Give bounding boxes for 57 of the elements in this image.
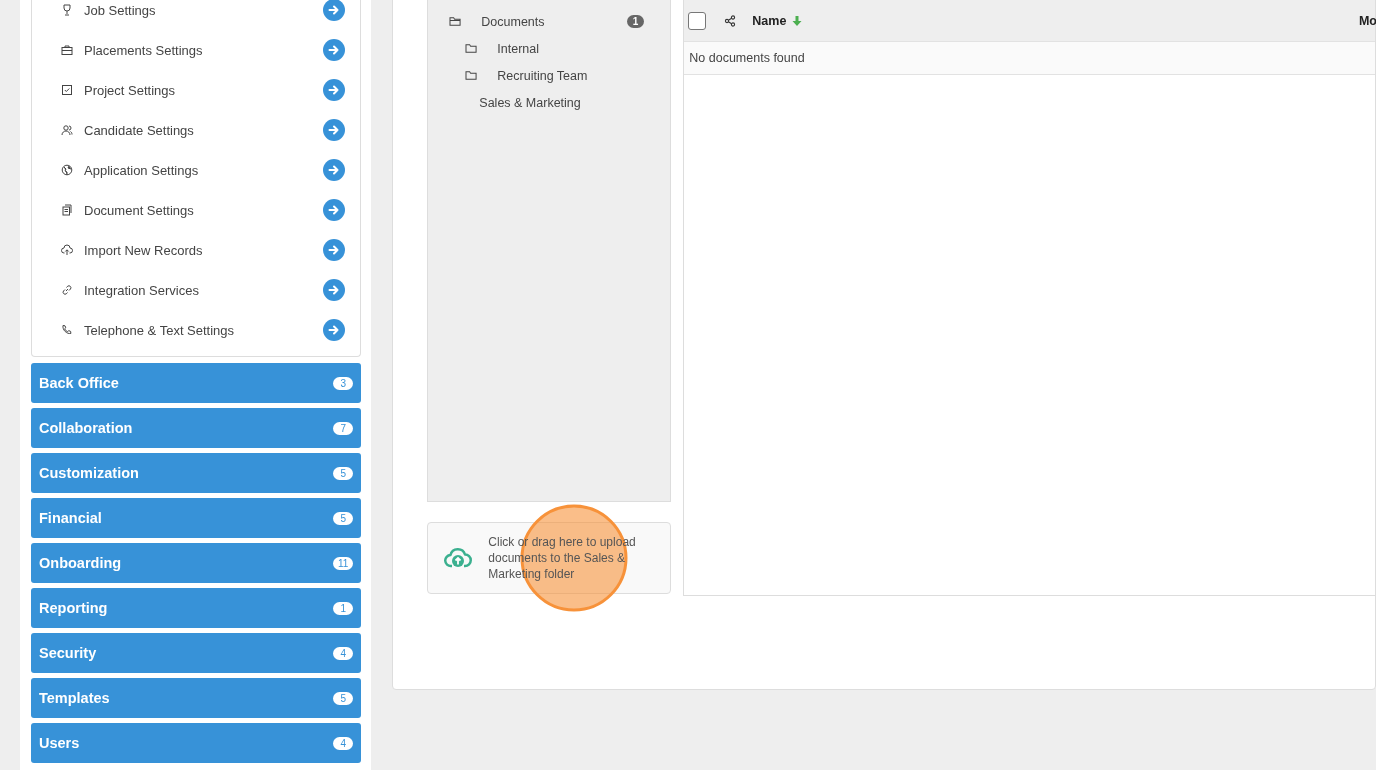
category-bar[interactable]: Financial 5 — [31, 498, 362, 538]
count-badge: 1 — [333, 601, 354, 615]
tree-item[interactable]: Recruiting Team — [497, 68, 645, 83]
settings-item[interactable]: Import New Records — [84, 242, 324, 258]
settings-item[interactable]: Job Settings — [84, 2, 324, 18]
arrow-right-button[interactable] — [323, 159, 346, 181]
globe-icon — [61, 164, 73, 176]
arrow-right-button[interactable] — [323, 79, 346, 101]
category-bar[interactable]: Customization 5 — [31, 453, 362, 493]
count-badge: 7 — [333, 421, 354, 435]
arrow-right-button[interactable] — [323, 239, 346, 261]
arrow-right-button[interactable] — [323, 39, 346, 61]
arrow-right-button[interactable] — [323, 0, 346, 21]
count-badge: 11 — [332, 556, 354, 570]
count-badge: 4 — [333, 736, 354, 750]
settings-item[interactable]: Project Settings — [84, 82, 324, 98]
phone-icon — [61, 324, 73, 336]
category-bar[interactable]: Templates 5 — [31, 678, 362, 718]
settings-item[interactable]: Candidate Settings — [84, 122, 324, 138]
arrow-right-button[interactable] — [323, 319, 346, 341]
arrow-right-button[interactable] — [323, 119, 346, 141]
tree-item[interactable]: Sales & Marketing — [479, 95, 645, 110]
folder-icon — [465, 70, 479, 81]
settings-item[interactable]: Placements Settings — [84, 42, 324, 58]
tree-item[interactable]: Internal — [497, 41, 645, 56]
count-badge: 4 — [333, 646, 354, 660]
share-icon[interactable] — [724, 15, 737, 27]
empty-message: No documents found — [689, 51, 805, 65]
count-badge: 5 — [333, 466, 354, 480]
trophy-icon — [61, 4, 73, 16]
copy-icon — [61, 204, 73, 216]
folder-icon — [449, 16, 463, 27]
cloud-upload-icon — [444, 546, 473, 570]
category-bar[interactable]: Collaboration 7 — [31, 408, 362, 448]
link-icon — [61, 284, 73, 296]
arrow-right-button[interactable] — [323, 279, 346, 301]
tree-item[interactable]: Documents — [481, 14, 627, 29]
count-badge: 3 — [333, 376, 354, 390]
count-badge: 5 — [333, 691, 354, 705]
category-bar[interactable]: Onboarding 11 — [31, 543, 362, 583]
people-icon — [61, 124, 73, 136]
select-all-checkbox[interactable] — [688, 12, 707, 30]
settings-item[interactable]: Application Settings — [84, 162, 324, 178]
column-header[interactable]: Name — [752, 14, 787, 28]
settings-item[interactable]: Integration Services — [84, 282, 324, 298]
checkbox-icon — [61, 84, 73, 96]
upload-icon — [61, 244, 73, 256]
count-badge: 1 — [626, 15, 645, 28]
category-bar[interactable]: Reporting 1 — [31, 588, 362, 628]
column-header[interactable]: Mo — [1358, 14, 1376, 28]
settings-item[interactable]: Document Settings — [84, 202, 324, 218]
count-badge: 5 — [333, 511, 354, 525]
sort-down-icon[interactable] — [792, 15, 803, 27]
briefcase-icon — [61, 44, 73, 56]
arrow-right-button[interactable] — [323, 199, 346, 221]
settings-item[interactable]: Telephone & Text Settings — [84, 322, 324, 338]
folder-icon — [465, 43, 479, 54]
